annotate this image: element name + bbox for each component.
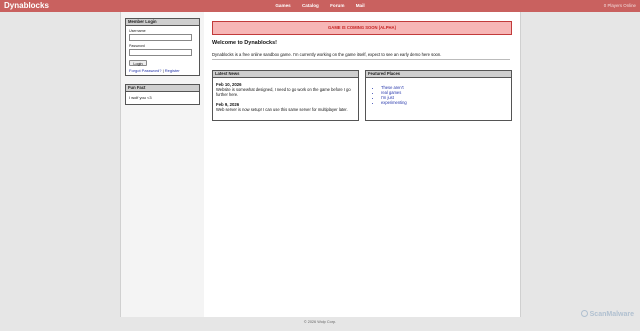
- password-input[interactable]: [129, 49, 192, 56]
- news-text: Web server is now setup! I can use this …: [216, 107, 348, 112]
- top-bar: Dynablocks Games Catalog Forum Mail 0 Pl…: [0, 0, 640, 12]
- nav-mail[interactable]: Mail: [356, 2, 365, 10]
- players-online: 0 Players Online: [603, 3, 636, 8]
- username-input[interactable]: [129, 34, 192, 41]
- login-links: Forgot Password? | Register: [129, 68, 180, 73]
- login-button[interactable]: Login: [129, 60, 147, 66]
- magnifier-icon: [580, 310, 588, 317]
- latest-news-panel: Latest News Feb 10, 2026 Website is some…: [212, 70, 359, 121]
- featured-places-panel: Featured Places These aren't real games …: [365, 70, 512, 121]
- fun-fact-text: I wolf you <3: [129, 95, 152, 100]
- section-divider: [212, 59, 510, 60]
- latest-news-title: Latest News: [213, 71, 358, 78]
- main-content: GAME IS COMING SOON (ALPHA) Welcome to D…: [204, 12, 521, 317]
- featured-places-title: Featured Places: [366, 71, 511, 78]
- news-text: Website is somewhat designed, I need to …: [216, 87, 351, 97]
- nav-games[interactable]: Games: [275, 2, 290, 10]
- username-label: Username: [129, 29, 146, 33]
- watermark-text: ScanMalware: [589, 311, 634, 318]
- fun-fact-title: Fun Fact: [126, 85, 199, 92]
- nav-catalog[interactable]: Catalog: [302, 2, 319, 10]
- login-panel-title: Member Login: [126, 19, 199, 26]
- main-nav: Games Catalog Forum Mail: [0, 2, 640, 10]
- alpha-alert: GAME IS COMING SOON (ALPHA): [212, 21, 512, 35]
- welcome-text: Dynablocks is a free online sandbox game…: [212, 52, 442, 57]
- fun-fact-panel: Fun Fact I wolf you <3: [125, 84, 200, 105]
- scanmalware-watermark: ScanMalware: [580, 310, 634, 318]
- member-login-panel: Member Login Username Password Login For…: [125, 18, 200, 76]
- featured-places-list: These aren't real games I'm just experim…: [381, 85, 407, 105]
- link-separator: |: [162, 68, 164, 73]
- forgot-password-link[interactable]: Forgot Password?: [129, 68, 161, 73]
- password-label: Password: [129, 44, 145, 48]
- footer-copyright: © 2026 Wolp Corp.: [303, 320, 337, 324]
- nav-forum[interactable]: Forum: [330, 2, 344, 10]
- sidebar: Member Login Username Password Login For…: [120, 12, 205, 317]
- welcome-heading: Welcome to Dynablocks!: [212, 40, 277, 46]
- featured-place-link[interactable]: experimenting: [381, 100, 407, 105]
- register-link[interactable]: Register: [165, 68, 180, 73]
